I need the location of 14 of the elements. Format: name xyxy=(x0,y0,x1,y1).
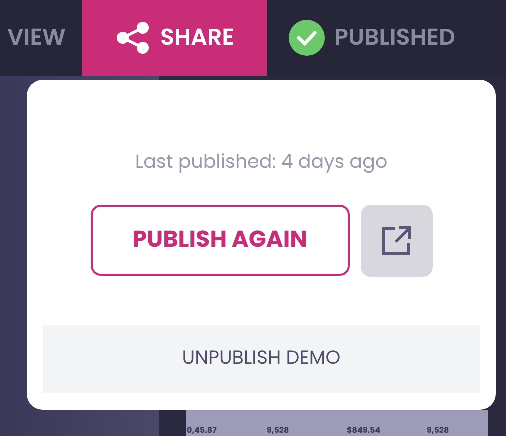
metric-value: 0,45.87 xyxy=(187,427,218,435)
last-published-text: Last published: 4 days ago xyxy=(135,148,388,176)
unpublish-demo-button[interactable]: UNPUBLISH DEMO xyxy=(43,324,480,392)
metric-value: $849.54 xyxy=(347,427,382,435)
tab[interactable]: SHARE xyxy=(82,0,267,76)
tab[interactable]: VIEW xyxy=(0,0,82,76)
publish-again-button[interactable]: PUBLISH AGAIN xyxy=(90,204,350,276)
metric-value: 9,528 xyxy=(267,427,290,435)
open-external-button[interactable] xyxy=(360,204,432,276)
check-circle-icon xyxy=(288,20,324,56)
share-icon xyxy=(114,20,151,56)
tab[interactable]: PUBLISHED xyxy=(267,0,477,76)
external-link-icon xyxy=(380,224,412,256)
metric-value: 9,528 xyxy=(427,427,450,435)
